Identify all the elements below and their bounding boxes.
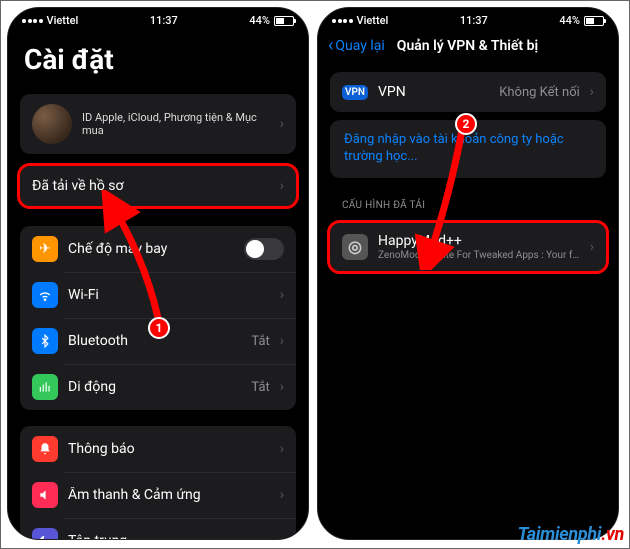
cellular-icon (32, 374, 58, 400)
carrier-label: Viettel (47, 14, 79, 27)
cellular-row[interactable]: Di động Tắt › (20, 364, 296, 410)
vpn-icon: VPN (342, 85, 368, 100)
moon-icon (32, 528, 58, 540)
battery-icon (584, 16, 604, 26)
bell-icon (32, 436, 58, 462)
vpn-status: Không Kết nối (499, 85, 580, 100)
chevron-right-icon: › (280, 487, 284, 503)
phone-right: Viettel 11:37 44% ‹ Quay lại Quản lý VPN… (317, 7, 619, 540)
chevron-right-icon: › (280, 441, 284, 457)
avatar (32, 104, 72, 144)
battery-pct: 44% (249, 14, 270, 27)
chevron-right-icon: › (590, 84, 594, 100)
back-label: Quay lại (335, 38, 384, 54)
annotation-badge-2: 2 (455, 113, 477, 135)
status-bar: Viettel 11:37 44% (318, 8, 618, 29)
annotation-arrow-1 (90, 190, 180, 330)
sounds-row[interactable]: Âm thanh & Cảm ứng › (20, 472, 296, 518)
chevron-right-icon: › (280, 333, 284, 349)
battery-pct: 44% (559, 14, 580, 27)
chevron-right-icon: › (280, 379, 284, 395)
notifications-label: Thông báo (68, 441, 270, 457)
signal-icon (332, 19, 353, 23)
vpn-label: VPN (378, 84, 489, 100)
chevron-right-icon: › (280, 287, 284, 303)
bluetooth-icon (32, 328, 58, 354)
airplane-toggle[interactable] (244, 238, 284, 260)
page-title: Cài đặt (8, 29, 308, 86)
apple-id-row[interactable]: ID Apple, iCloud, Phương tiện & Mục mua … (20, 94, 296, 154)
watermark-b: .vn (601, 524, 624, 545)
clock-label: 11:37 (460, 14, 488, 27)
apple-id-subtitle: ID Apple, iCloud, Phương tiện & Mục mua (82, 111, 270, 137)
focus-label: Tập trung (68, 533, 270, 540)
cellular-detail: Tắt (251, 380, 269, 395)
sounds-label: Âm thanh & Cảm ứng (68, 487, 270, 503)
cellular-label: Di động (68, 379, 241, 395)
annotation-badge-1: 1 (148, 317, 170, 339)
annotation-arrow-2 (410, 125, 490, 270)
back-button[interactable]: ‹ Quay lại (328, 35, 385, 56)
chevron-right-icon: › (280, 178, 284, 194)
clock-label: 11:37 (150, 14, 178, 27)
profile-icon: ◎ (342, 234, 368, 260)
status-bar: Viettel 11:37 44% (8, 8, 308, 29)
focus-row[interactable]: Tập trung › (20, 518, 296, 540)
bluetooth-detail: Tắt (251, 334, 269, 349)
chevron-right-icon: › (280, 533, 284, 540)
airplane-icon: ✈ (32, 236, 58, 262)
chevron-right-icon: › (280, 116, 284, 132)
chevron-right-icon: › (590, 239, 594, 255)
watermark: Taimienphi.vn (518, 524, 624, 545)
chevron-left-icon: ‹ (328, 35, 333, 56)
notifications-row[interactable]: Thông báo › (20, 426, 296, 472)
carrier-label: Viettel (357, 14, 389, 27)
signal-icon (22, 19, 43, 23)
nav-title: Quản lý VPN & Thiết bị (397, 38, 538, 54)
vpn-row[interactable]: VPN VPN Không Kết nối › (330, 72, 606, 112)
watermark-a: Taimienphi (518, 524, 602, 545)
speaker-icon (32, 482, 58, 508)
wifi-icon (32, 282, 58, 308)
battery-icon (274, 16, 294, 26)
